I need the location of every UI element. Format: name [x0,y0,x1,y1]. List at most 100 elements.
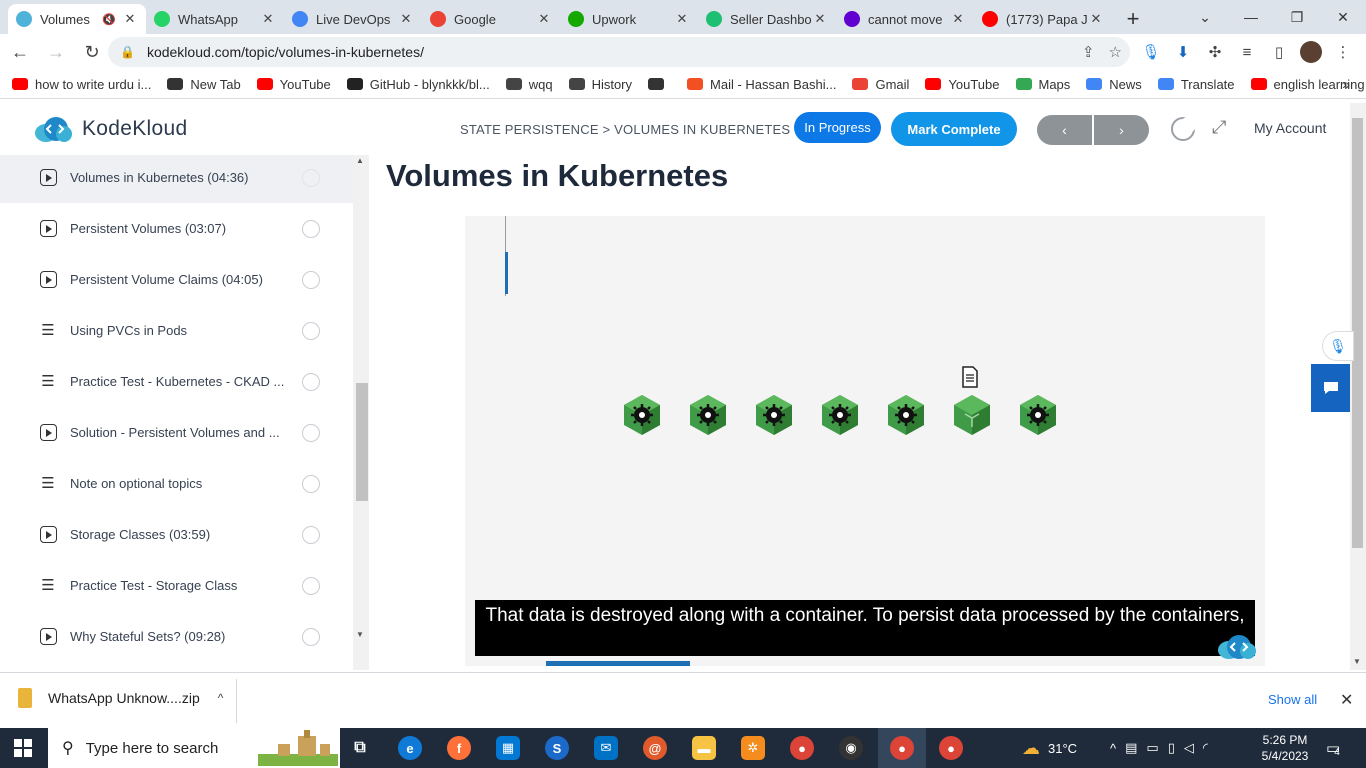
chat-widget-button[interactable] [1311,364,1350,412]
browser-tab[interactable]: Google ✕ [422,4,560,34]
menu-kebab-icon[interactable]: ⋮ [1330,37,1356,67]
bookmark-item[interactable]: Translate [1157,77,1235,92]
close-window-icon[interactable]: ✕ [1320,0,1366,34]
lesson-item[interactable]: ☰ Using PVCs in Pods [0,305,353,356]
completion-circle-icon[interactable] [302,271,320,289]
voice-widget-mic-icon[interactable]: 🎙 [1322,331,1354,361]
tray-chevron-up-icon[interactable]: ^ [1110,741,1116,756]
completion-circle-icon[interactable] [302,475,320,493]
browser-tab[interactable]: Upwork ✕ [560,4,698,34]
bookmark-item[interactable]: wqq [505,77,553,92]
completion-circle-icon[interactable] [302,577,320,595]
dark-mode-moon-icon[interactable] [1171,117,1196,141]
profile-avatar[interactable] [1298,37,1324,67]
close-downloads-icon[interactable]: ✕ [1340,690,1353,710]
lesson-item[interactable]: Storage Classes (03:59) [0,509,353,560]
video-progress-bar[interactable] [546,661,690,666]
tab-close-icon[interactable]: ✕ [812,11,828,27]
download-item[interactable]: WhatsApp Unknow....zip ^ [18,688,223,708]
bookmark-item[interactable]: YouTube [256,77,331,92]
restore-icon[interactable]: ❐ [1274,0,1320,34]
tray-battery-icon[interactable]: ▯ [1168,740,1175,756]
tab-close-icon[interactable]: ✕ [398,11,414,27]
browser-tab[interactable]: Live DevOps ✕ [284,4,422,34]
bookmark-star-icon[interactable]: ☆ [1109,43,1122,61]
browser-tab[interactable]: WhatsApp ✕ [146,4,284,34]
extensions-puzzle-icon[interactable]: ✣ [1202,37,1228,67]
bookmark-item[interactable]: History [568,77,632,92]
chevron-up-icon[interactable]: ^ [218,691,224,705]
chrome-profile-h-icon[interactable]: ● [939,736,963,760]
lesson-item[interactable]: Volumes in Kubernetes (04:36) [0,155,353,203]
file-explorer-icon[interactable]: ▬ [692,736,716,760]
browser-tab[interactable]: Seller Dashbo ✕ [698,4,836,34]
tab-close-icon[interactable]: ✕ [536,11,552,27]
lesson-item[interactable]: Solution - Persistent Volumes and ... [0,407,353,458]
firefox-icon[interactable]: f [447,736,471,760]
completion-circle-icon[interactable] [302,373,320,391]
bookmark-item[interactable]: Mail - Hassan Bashi... [687,77,836,92]
completion-circle-icon[interactable] [302,220,320,238]
share-icon[interactable]: ⇪ [1082,43,1095,61]
tray-display-icon[interactable]: ▭ [1146,740,1158,756]
lesson-item[interactable]: Why Stateful Sets? (09:28) [0,611,353,662]
prev-lesson-button[interactable]: ‹ [1037,115,1092,145]
tab-close-icon[interactable]: ✕ [950,11,966,27]
completion-circle-icon[interactable] [302,322,320,340]
settings-gear-app-icon[interactable]: ✲ [741,736,765,760]
skype-icon[interactable]: S [545,736,569,760]
side-panel-icon[interactable]: ▯ [1266,37,1292,67]
bookmark-item[interactable]: YouTube [925,77,1000,92]
completion-circle-icon[interactable] [302,169,320,187]
minimize-icon[interactable]: — [1228,0,1274,34]
browser-tab[interactable]: (1773) Papa J ✕ [974,4,1112,34]
video-player[interactable]: That data is destroyed along with a cont… [465,216,1265,666]
reload-icon[interactable]: ↻ [76,36,108,68]
bookmark-item[interactable]: New Tab [167,77,241,92]
completion-circle-icon[interactable] [302,628,320,646]
next-lesson-button[interactable]: › [1094,115,1149,145]
browser-tab[interactable]: cannot move ✕ [836,4,974,34]
chrome-icon[interactable]: ● [790,736,814,760]
bookmark-item[interactable]: GitHub - blynkkk/bl... [346,77,490,92]
browser-tab[interactable]: Volumes 🔇 ✕ [8,4,146,34]
windows-start-icon[interactable] [14,739,32,757]
show-all-downloads-button[interactable]: Show all [1268,692,1317,707]
mail-app-icon[interactable]: ✉ [594,736,618,760]
tab-search-icon[interactable]: ⌄ [1182,0,1228,34]
lesson-item[interactable]: ☰ Note on optional topics [0,458,353,509]
tab-close-icon[interactable]: ✕ [1088,11,1104,27]
completion-circle-icon[interactable] [302,424,320,442]
tab-close-icon[interactable]: ✕ [260,11,276,27]
my-account-link[interactable]: My Account [1254,120,1326,136]
microsoft-store-icon[interactable]: ▦ [496,736,520,760]
lesson-item[interactable]: ☰ Practice Test - Storage Class [0,560,353,611]
bookmark-item[interactable]: how to write urdu i... [12,77,151,92]
app-swirl-icon[interactable]: @ [643,736,667,760]
tab-muted-speaker-icon[interactable]: 🔇 [102,13,116,26]
bookmark-item[interactable]: Gmail [852,77,909,92]
task-view-icon[interactable]: ⧉ [348,736,372,760]
in-progress-button[interactable]: In Progress [794,112,881,143]
logo[interactable]: KodeKloud [34,115,187,143]
reading-list-icon[interactable]: ≡ [1234,37,1260,67]
tray-wifi-icon[interactable]: ◜ [1203,740,1208,756]
more-bookmarks-icon[interactable]: » [1342,76,1350,92]
scroll-up-arrow-icon[interactable]: ▲ [356,156,364,165]
chrome-profile-icon[interactable]: ● [890,736,914,760]
tab-close-icon[interactable]: ✕ [122,11,138,27]
scroll-down-arrow-icon[interactable]: ▼ [356,630,364,639]
camera-app-icon[interactable]: ◉ [839,736,863,760]
download-extension-icon[interactable]: ⬇ [1170,37,1196,67]
edge-browser-icon[interactable]: e [398,736,422,760]
voice-extension-icon[interactable]: 🎙 [1138,37,1164,67]
weather-widget[interactable]: ☁ 31°C [1022,728,1077,768]
address-bar[interactable]: 🔒 kodekloud.com/topic/volumes-in-kuberne… [108,37,1130,67]
new-tab-button[interactable]: + [1118,4,1148,34]
page-scroll-down-icon[interactable]: ▼ [1353,657,1361,666]
tray-network-icon[interactable]: ▤ [1125,740,1137,756]
forward-icon[interactable]: → [40,36,72,68]
completion-circle-icon[interactable] [302,526,320,544]
taskbar-clock[interactable]: 5:26 PM 5/4/2023 [1254,732,1316,764]
bookmark-item[interactable] [648,78,671,90]
